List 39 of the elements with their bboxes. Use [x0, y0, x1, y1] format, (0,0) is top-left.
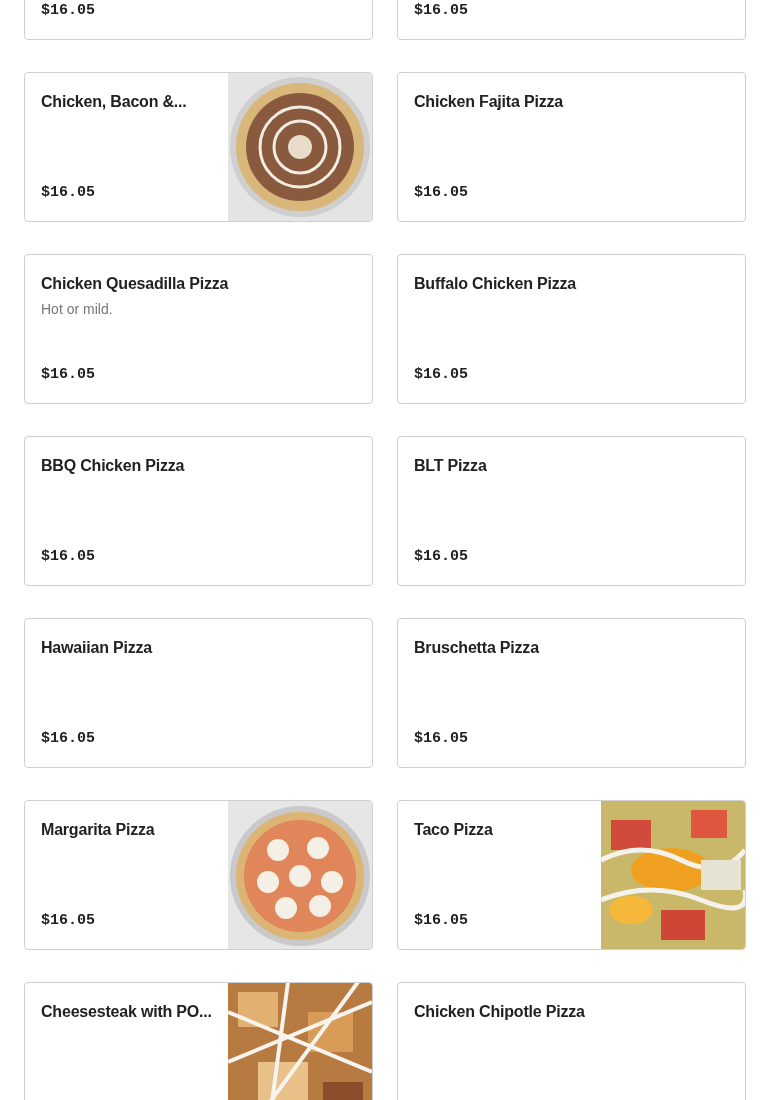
item-price: $16.05	[414, 911, 469, 931]
menu-item-card[interactable]: BBQ Chicken Pizza $16.05	[24, 436, 373, 586]
item-name: Buffalo Chicken Pizza	[414, 274, 578, 294]
menu-item-card[interactable]: Chicken, Bacon &... $16.05	[24, 72, 373, 222]
item-price: $16.05	[41, 729, 96, 749]
menu-item-card[interactable]: Bruschetta Pizza $16.05	[397, 618, 746, 768]
item-price: $16.05	[41, 365, 96, 385]
item-name: Chicken Quesadilla Pizza	[41, 274, 230, 294]
item-description: Hot or mild.	[41, 300, 114, 318]
item-price: $16.05	[414, 183, 469, 203]
menu-item-card[interactable]: Margarita Pizza $16.05	[24, 800, 373, 950]
menu-item-card[interactable]: Chicken Fajita Pizza $16.05	[397, 72, 746, 222]
menu-item-card[interactable]: BLT Pizza $16.05	[397, 436, 746, 586]
item-price: $16.05	[414, 547, 469, 567]
menu-item-card[interactable]: Buffalo Chicken Pizza $16.05	[397, 254, 746, 404]
item-price: $16.05	[414, 365, 469, 385]
menu-item-card[interactable]: Cheesesteak with PO...	[24, 982, 373, 1100]
menu-item-card[interactable]: Taco Pizza $16.05	[397, 800, 746, 950]
item-name: Chicken, Bacon &...	[41, 92, 188, 112]
item-name: Margarita Pizza	[41, 820, 156, 840]
menu-item-card[interactable]: $16.05	[24, 0, 373, 40]
item-name: BLT Pizza	[414, 456, 488, 476]
item-name: Chicken Fajita Pizza	[414, 92, 565, 112]
item-price: $16.05	[41, 547, 96, 567]
item-name: BBQ Chicken Pizza	[41, 456, 186, 476]
item-price: $16.05	[414, 1, 469, 21]
menu-item-card[interactable]: $16.05	[397, 0, 746, 40]
item-name: Hawaiian Pizza	[41, 638, 154, 658]
item-price: $16.05	[41, 183, 96, 203]
item-price: $16.05	[41, 1, 96, 21]
item-name: Cheesesteak with PO...	[41, 1002, 212, 1022]
item-name: Chicken Chipotle Pizza	[414, 1002, 586, 1022]
menu-item-card[interactable]: Chicken Quesadilla Pizza Hot or mild. $16.05	[24, 254, 373, 404]
item-name: Taco Pizza	[414, 820, 494, 840]
menu-item-card[interactable]: Hawaiian Pizza $16.05	[24, 618, 373, 768]
item-price: $16.05	[41, 911, 96, 931]
item-name: Bruschetta Pizza	[414, 638, 541, 658]
item-price: $16.05	[414, 729, 469, 749]
menu-item-card[interactable]: Chicken Chipotle Pizza	[397, 982, 746, 1100]
